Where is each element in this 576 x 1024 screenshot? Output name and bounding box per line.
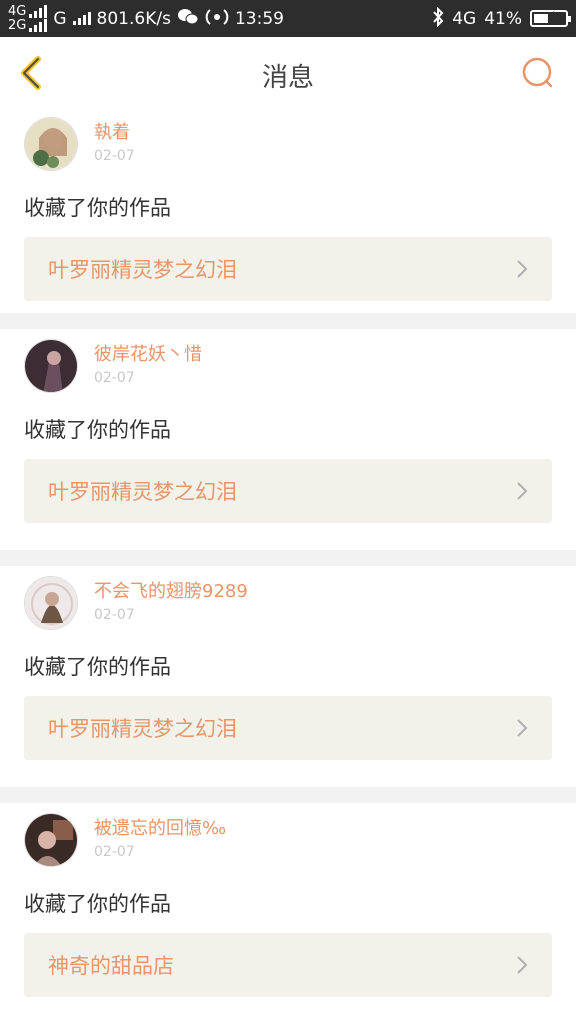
status-bar: 4G 2G G 801.6K/s 13:59 4G 41% ⚡ <box>0 0 576 37</box>
username[interactable]: 不会飞的翅膀9289 <box>94 580 248 604</box>
network-type-sim1: 4G <box>8 3 27 19</box>
notification-item: 執着 02-07 收藏了你的作品 叶罗丽精灵梦之幻泪 <box>0 107 576 313</box>
chevron-right-icon <box>517 260 528 278</box>
network-type-sim2: 2G <box>8 17 27 33</box>
search-icon <box>522 57 553 88</box>
divider <box>0 787 576 803</box>
action-text: 收藏了你的作品 <box>24 892 171 916</box>
username[interactable]: 被遗忘的回憶‰ <box>94 817 226 841</box>
divider <box>0 550 576 566</box>
dual-sim-signal: 4G 2G <box>8 3 48 33</box>
work-link[interactable]: 叶罗丽精灵梦之幻泪 <box>24 237 552 301</box>
notification-item: 被遗忘的回憶‰ 02-07 收藏了你的作品 神奇的甜品店 <box>0 803 576 1024</box>
network-g-label: G <box>53 8 67 29</box>
chevron-right-icon <box>517 482 528 500</box>
wechat-icon <box>177 8 199 30</box>
timestamp: 02-07 <box>94 844 135 860</box>
signal-icon <box>72 11 91 25</box>
work-title: 叶罗丽精灵梦之幻泪 <box>48 258 237 282</box>
battery-percent: 41% <box>484 8 522 29</box>
search-button[interactable] <box>520 55 556 91</box>
hotspot-icon <box>205 8 229 30</box>
battery-icon: ⚡ <box>530 9 571 27</box>
chevron-right-icon <box>517 719 528 737</box>
clock: 13:59 <box>234 8 284 29</box>
timestamp: 02-07 <box>94 607 135 623</box>
avatar[interactable] <box>24 576 78 630</box>
avatar[interactable] <box>24 339 78 393</box>
timestamp: 02-07 <box>94 148 135 164</box>
notification-item: 不会飞的翅膀9289 02-07 收藏了你的作品 叶罗丽精灵梦之幻泪 <box>0 566 576 787</box>
action-text: 收藏了你的作品 <box>24 418 171 442</box>
action-text: 收藏了你的作品 <box>24 655 171 679</box>
action-text: 收藏了你的作品 <box>24 196 171 220</box>
work-title: 叶罗丽精灵梦之幻泪 <box>48 480 237 504</box>
avatar[interactable] <box>24 813 78 867</box>
work-title: 神奇的甜品店 <box>48 954 174 978</box>
chevron-right-icon <box>517 956 528 974</box>
network-type-right: 4G <box>452 8 477 29</box>
username[interactable]: 彼岸花妖丶惜 <box>94 343 202 367</box>
page-title: 消息 <box>261 63 314 93</box>
notification-list: 執着 02-07 收藏了你的作品 叶罗丽精灵梦之幻泪 彼岸花妖丶惜 02-07 … <box>0 107 576 1024</box>
work-title: 叶罗丽精灵梦之幻泪 <box>48 717 237 741</box>
avatar[interactable] <box>24 117 78 171</box>
work-link[interactable]: 神奇的甜品店 <box>24 933 552 997</box>
timestamp: 02-07 <box>94 370 135 386</box>
bluetooth-icon <box>432 6 444 31</box>
username[interactable]: 執着 <box>94 121 135 145</box>
notification-item: 彼岸花妖丶惜 02-07 收藏了你的作品 叶罗丽精灵梦之幻泪 <box>0 329 576 550</box>
signal-icon <box>29 4 48 18</box>
signal-icon <box>29 18 48 32</box>
divider <box>0 313 576 329</box>
work-link[interactable]: 叶罗丽精灵梦之幻泪 <box>24 696 552 760</box>
network-speed: 801.6K/s <box>96 8 171 29</box>
work-link[interactable]: 叶罗丽精灵梦之幻泪 <box>24 459 552 523</box>
top-app-bar: 消息 <box>0 37 576 109</box>
